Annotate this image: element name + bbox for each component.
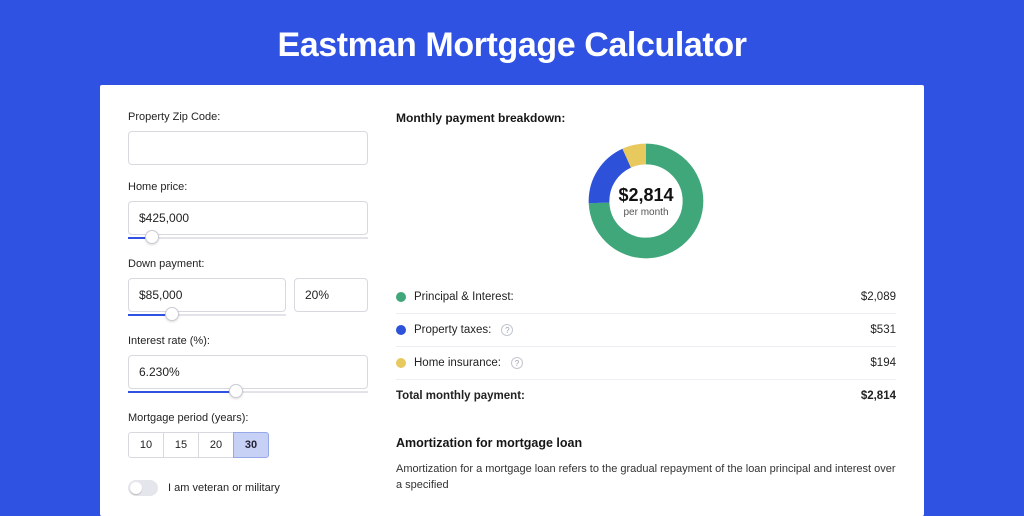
- donut-svg: [584, 139, 708, 263]
- help-icon[interactable]: ?: [511, 357, 523, 369]
- interest-input[interactable]: [128, 355, 368, 389]
- inputs-panel: Property Zip Code: Home price: Down paym…: [128, 111, 368, 496]
- period-button-15[interactable]: 15: [163, 432, 199, 458]
- page-title: Eastman Mortgage Calculator: [100, 0, 924, 85]
- interest-label: Interest rate (%):: [128, 335, 368, 347]
- zip-label: Property Zip Code:: [128, 111, 368, 123]
- veteran-label: I am veteran or military: [168, 482, 280, 494]
- period-button-10[interactable]: 10: [128, 432, 164, 458]
- donut-chart-wrap: $2,814 per month: [396, 139, 896, 263]
- interest-slider[interactable]: [128, 388, 368, 396]
- down-payment-slider-thumb[interactable]: [165, 307, 179, 321]
- period-field: Mortgage period (years): 10152030: [128, 412, 368, 458]
- period-label: Mortgage period (years):: [128, 412, 368, 424]
- home-price-input[interactable]: [128, 201, 368, 235]
- legend-value: $194: [870, 357, 896, 369]
- amortization-block: Amortization for mortgage loan Amortizat…: [396, 436, 896, 494]
- zip-input[interactable]: [128, 131, 368, 165]
- legend-value: $2,089: [861, 291, 896, 303]
- legend-total-value: $2,814: [861, 390, 896, 402]
- legend-total-row: Total monthly payment: $2,814: [396, 379, 896, 412]
- legend-dot: [396, 358, 406, 368]
- zip-field: Property Zip Code:: [128, 111, 368, 165]
- legend-label: Home insurance:: [414, 357, 501, 369]
- legend-row: Principal & Interest: $2,089: [396, 281, 896, 313]
- amortization-body: Amortization for a mortgage loan refers …: [396, 462, 896, 494]
- legend: Principal & Interest: $2,089 Property taxe…: [396, 281, 896, 379]
- home-price-label: Home price:: [128, 181, 368, 193]
- down-payment-label: Down payment:: [128, 258, 368, 270]
- down-payment-input[interactable]: [128, 278, 286, 312]
- breakdown-title: Monthly payment breakdown:: [396, 111, 896, 125]
- legend-row: Property taxes:? $531: [396, 313, 896, 346]
- interest-field: Interest rate (%):: [128, 335, 368, 396]
- legend-total-label: Total monthly payment:: [396, 390, 525, 402]
- period-button-30[interactable]: 30: [233, 432, 269, 458]
- donut-segments: [599, 154, 693, 248]
- down-payment-slider[interactable]: [128, 311, 286, 319]
- period-button-20[interactable]: 20: [198, 432, 234, 458]
- amortization-title: Amortization for mortgage loan: [396, 436, 896, 450]
- legend-dot: [396, 325, 406, 335]
- down-payment-field: Down payment:: [128, 258, 368, 319]
- donut-chart: $2,814 per month: [584, 139, 708, 263]
- period-group: 10152030: [128, 432, 368, 458]
- legend-label: Principal & Interest:: [414, 291, 514, 303]
- veteran-toggle[interactable]: [128, 480, 158, 496]
- legend-label: Property taxes:: [414, 324, 491, 336]
- home-price-slider[interactable]: [128, 234, 368, 242]
- breakdown-panel: Monthly payment breakdown: $2,814 per mo…: [396, 111, 896, 496]
- help-icon[interactable]: ?: [501, 324, 513, 336]
- down-payment-pct-input[interactable]: [294, 278, 368, 312]
- legend-row: Home insurance:? $194: [396, 346, 896, 379]
- home-price-slider-thumb[interactable]: [145, 230, 159, 244]
- veteran-row: I am veteran or military: [128, 480, 368, 496]
- home-price-field: Home price:: [128, 181, 368, 242]
- interest-slider-thumb[interactable]: [229, 384, 243, 398]
- legend-dot: [396, 292, 406, 302]
- calculator-card: Property Zip Code: Home price: Down paym…: [100, 85, 924, 516]
- legend-value: $531: [870, 324, 896, 336]
